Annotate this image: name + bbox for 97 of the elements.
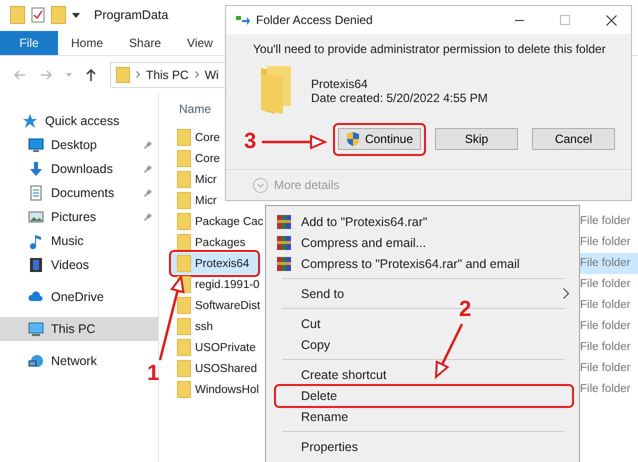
file-row[interactable]: WindowsHol xyxy=(171,379,265,400)
type-cell-text: File folder xyxy=(580,298,632,313)
folder-move-icon xyxy=(236,15,250,25)
menu-item[interactable]: Delete xyxy=(266,385,579,406)
film-icon xyxy=(28,257,44,273)
recent-caret-icon[interactable] xyxy=(66,72,72,76)
folder-icon xyxy=(177,171,191,188)
window-title: ProgramData xyxy=(94,8,168,22)
date-created: Date created: 5/20/2022 4:55 PM xyxy=(311,91,488,105)
file-row[interactable]: Micr xyxy=(171,169,223,190)
file-row[interactable]: Protexis64 xyxy=(171,253,258,274)
sidebar-item[interactable]: OneDrive xyxy=(0,285,158,309)
dialog-button[interactable]: Skip xyxy=(435,128,518,150)
file-row[interactable]: Packages xyxy=(171,232,252,253)
folder-icon[interactable] xyxy=(10,6,25,24)
folder-icon xyxy=(177,255,191,272)
type-cell-text: File folder xyxy=(580,235,632,250)
folder-icon xyxy=(177,213,191,230)
archive-books-icon xyxy=(276,234,292,250)
step-number: 2 xyxy=(459,296,472,322)
sidebar-item[interactable]: Quick access xyxy=(0,109,158,133)
menu-item[interactable]: Copy xyxy=(266,334,579,355)
menu-item[interactable]: Compress and email... xyxy=(266,232,579,253)
type-cell-text: File folder xyxy=(580,319,632,334)
up-arrow-icon[interactable] xyxy=(86,68,96,80)
document-icon xyxy=(28,185,44,201)
sidebar-item[interactable]: Documents xyxy=(0,181,158,205)
submenu-chevron-icon xyxy=(563,288,569,299)
type-cell-text: File folder xyxy=(580,340,632,355)
dialog-button[interactable]: Cancel xyxy=(532,128,615,150)
sidebar-item[interactable]: This PC xyxy=(0,317,158,341)
sidebar-item[interactable]: Videos xyxy=(0,253,158,277)
folder-icon[interactable] xyxy=(51,6,66,24)
type-cell-text: File folder xyxy=(580,382,632,397)
folder-icon xyxy=(177,339,191,356)
file-row[interactable]: Core xyxy=(171,127,226,148)
folder-icon xyxy=(177,150,191,167)
shield-icon xyxy=(346,131,360,147)
checklist-icon[interactable] xyxy=(31,7,45,23)
folder-icon xyxy=(177,192,191,209)
ribbon-tab[interactable]: Share xyxy=(116,31,174,55)
menu-item[interactable]: Compress to "Protexis64.rar" and email xyxy=(266,253,579,274)
dialog-title: Folder Access Denied xyxy=(256,13,374,27)
folder-icon xyxy=(177,129,191,146)
folder-icon xyxy=(259,64,293,114)
computer-icon xyxy=(28,321,44,337)
network-icon xyxy=(28,353,44,369)
folder-icon xyxy=(177,381,191,398)
folder-icon xyxy=(177,318,191,335)
file-row[interactable]: USOShared xyxy=(171,358,264,379)
star-icon xyxy=(22,113,38,129)
chevron-icon xyxy=(194,71,199,78)
monitor-icon xyxy=(28,137,44,153)
music-note-icon xyxy=(28,233,44,249)
type-cell: File folder xyxy=(580,253,638,274)
close-icon[interactable] xyxy=(606,14,616,26)
archive-books-icon xyxy=(276,256,292,272)
folder-name: Protexis64 xyxy=(311,77,369,91)
annotation-arrow xyxy=(262,134,328,150)
step-number: 3 xyxy=(244,128,256,154)
picture-icon xyxy=(28,209,44,225)
breadcrumb[interactable]: Wi xyxy=(204,68,219,82)
forward-arrow-icon[interactable] xyxy=(40,70,52,80)
dropdown-caret-icon[interactable] xyxy=(72,12,80,18)
breadcrumb[interactable]: This PC xyxy=(146,68,189,82)
folder-icon xyxy=(116,66,130,82)
type-cell-text: File folder xyxy=(580,361,632,376)
dialog-message: You'll need to provide administrator permission to delete this folder xyxy=(252,41,607,56)
type-cell-text: File folder xyxy=(580,277,632,292)
folder-icon xyxy=(177,297,191,314)
file-row[interactable]: SoftwareDist xyxy=(171,295,266,316)
sidebar-item[interactable]: Music xyxy=(0,229,158,253)
column-header[interactable]: Name xyxy=(179,102,212,116)
file-row[interactable]: USOPrivate xyxy=(171,337,262,358)
file-row[interactable]: ssh xyxy=(171,316,219,337)
download-icon xyxy=(28,161,44,177)
file-row[interactable]: Micr xyxy=(171,190,223,211)
menu-item[interactable]: Create shortcut xyxy=(266,364,579,385)
folder-icon xyxy=(177,360,191,377)
chevron-icon xyxy=(136,71,140,78)
annotation-arrow xyxy=(434,323,464,380)
ribbon-tab[interactable]: View xyxy=(174,31,226,55)
menu-item[interactable]: Properties xyxy=(266,436,579,457)
ribbon-tab[interactable]: File xyxy=(0,31,58,55)
sidebar-item[interactable]: Downloads xyxy=(0,157,158,181)
step-number: 1 xyxy=(147,360,160,386)
type-cell-text: File folder xyxy=(580,214,632,229)
ribbon-tab[interactable]: Home xyxy=(58,31,116,55)
sidebar-item[interactable]: Pictures xyxy=(0,205,158,229)
expand-chevron-icon[interactable] xyxy=(253,178,268,192)
file-row[interactable]: Core xyxy=(171,148,226,169)
back-arrow-icon[interactable] xyxy=(14,70,26,80)
archive-books-icon xyxy=(276,214,292,230)
sidebar-item[interactable]: Desktop xyxy=(0,133,158,157)
dialog-button[interactable]: Continue xyxy=(338,128,421,150)
menu-item[interactable]: Rename xyxy=(266,406,579,427)
folder-icon xyxy=(177,234,191,251)
